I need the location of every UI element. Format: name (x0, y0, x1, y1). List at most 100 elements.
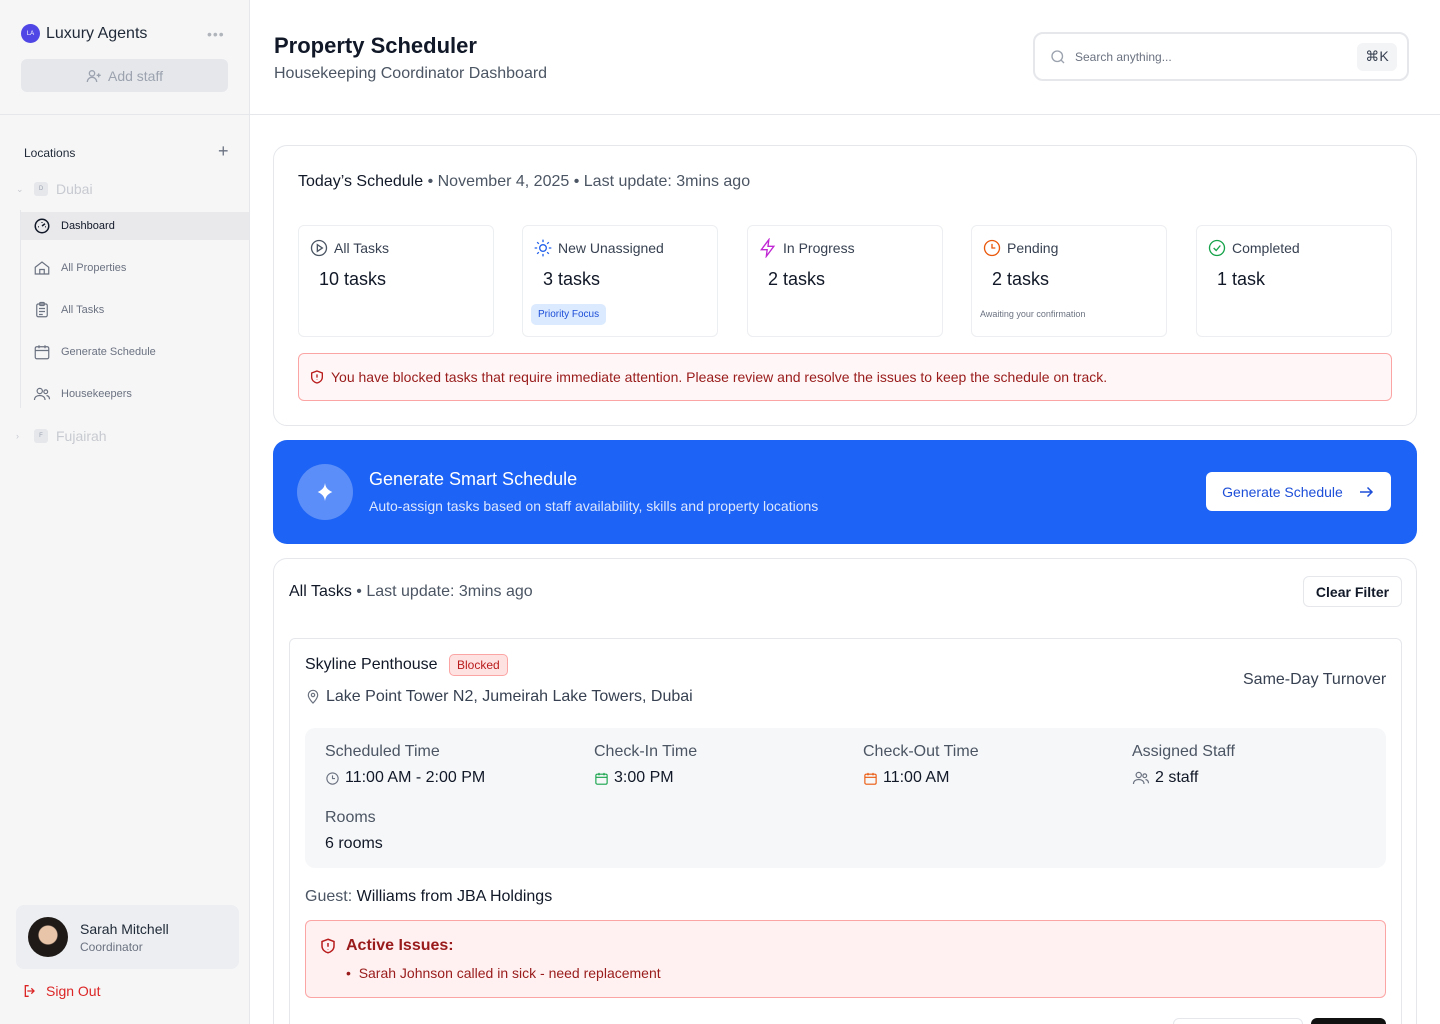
rooms: Rooms 6 rooms (325, 809, 383, 853)
clock-icon (983, 239, 1001, 257)
task-details: Scheduled Time 11:00 AM - 2:00 PM Check-… (305, 728, 1386, 868)
avatar (28, 917, 68, 957)
user-card[interactable]: Sarah Mitchell Coordinator (16, 905, 239, 969)
search-icon (1051, 49, 1065, 63)
stat-label: Completed (1232, 240, 1300, 256)
stat-pending[interactable]: Pending 2 tasks Awaiting your confirmati… (971, 225, 1167, 337)
stat-completed[interactable]: Completed 1 task (1196, 225, 1392, 337)
generate-schedule-button[interactable]: Generate Schedule (1206, 472, 1391, 511)
search-placeholder: Search anything... (1075, 49, 1172, 64)
page-subtitle: Housekeeping Coordinator Dashboard (274, 65, 548, 82)
users-icon (33, 387, 51, 401)
location-dubai[interactable]: ⌄ D Dubai (16, 181, 93, 197)
sidebar-item-all-tasks[interactable]: All Tasks (21, 296, 249, 324)
search-input[interactable]: Search anything... ⌘K (1033, 32, 1409, 81)
add-location-icon[interactable]: + (218, 142, 229, 160)
location-pin-icon (307, 689, 319, 704)
calendar-icon (595, 772, 608, 785)
check-in-time: Check-In Time 3:00 PM (594, 743, 697, 787)
alert-text: You have blocked tasks that require imme… (331, 369, 1108, 385)
blocked-tasks-alert: You have blocked tasks that require imme… (298, 353, 1392, 401)
todays-schedule-card: Today’s Schedule • November 4, 2025 • La… (273, 145, 1417, 426)
stat-value: 2 tasks (992, 269, 1050, 289)
smart-schedule-title: Generate Smart Schedule (369, 469, 578, 489)
stat-label-row: Completed (1207, 238, 1300, 258)
sidebar-item-all-properties[interactable]: All Properties (21, 254, 249, 282)
primary-action-button[interactable] (1311, 1018, 1386, 1024)
address-text: Lake Point Tower N2, Jumeirah Lake Tower… (326, 688, 693, 705)
schedule-date: • November 4, 2025 (427, 173, 570, 190)
lightning-icon (760, 238, 776, 258)
priority-focus-tag: Priority Focus (531, 304, 607, 325)
shield-alert-icon (311, 370, 323, 384)
guest-label: Guest: (305, 888, 353, 905)
property-name: Skyline Penthouse (305, 656, 438, 673)
users-icon (1132, 771, 1150, 785)
stat-all-tasks[interactable]: All Tasks 10 tasks (298, 225, 494, 337)
stat-new-unassigned[interactable]: New Unassigned 3 tasks Priority Focus (522, 225, 718, 337)
chevron-right-icon: › (16, 431, 19, 441)
sidebar-item-label: All Tasks (61, 304, 105, 316)
clipboard-icon (36, 301, 48, 318)
stat-value: 2 tasks (768, 269, 826, 289)
location-fujairah[interactable]: › F Fujairah (16, 428, 107, 444)
location-badge: D (34, 182, 48, 196)
stat-label: In Progress (783, 240, 855, 256)
detail-value: 2 staff (1155, 769, 1199, 786)
smart-schedule-subtitle: Auto-assign tasks based on staff availab… (369, 498, 819, 514)
clock-icon (326, 771, 339, 785)
brand[interactable]: LA Luxury Agents (21, 24, 147, 43)
stat-label-row: All Tasks (309, 238, 389, 258)
detail-label: Rooms (325, 809, 376, 826)
status-badge: Blocked (449, 654, 508, 676)
more-options-icon[interactable]: ••• (207, 26, 225, 42)
sign-out-label: Sign Out (46, 983, 101, 999)
dashboard-icon (34, 218, 50, 234)
tasks-title: All Tasks (289, 583, 352, 600)
detail-value: 6 rooms (325, 835, 383, 852)
guest-info: Guest: Williams from JBA Holdings (305, 888, 552, 906)
sidebar-divider (0, 114, 249, 115)
detail-label: Check-Out Time (863, 743, 979, 760)
sidebar-item-housekeepers[interactable]: Housekeepers (21, 380, 249, 408)
sidebar-item-generate-schedule[interactable]: Generate Schedule (21, 338, 249, 366)
stat-label: All Tasks (334, 240, 389, 256)
brand-logo: LA (21, 24, 40, 43)
user-role: Coordinator (80, 939, 143, 954)
sidebar-item-label: All Properties (61, 262, 127, 274)
location-name: Dubai (56, 181, 93, 197)
add-staff-button[interactable]: Add staff (21, 59, 228, 92)
detail-value-row: 3:00 PM (594, 769, 697, 787)
sidebar-item-dashboard[interactable]: Dashboard (21, 212, 249, 240)
location-name: Fujairah (56, 428, 107, 444)
stat-in-progress[interactable]: In Progress 2 tasks (747, 225, 943, 337)
search-shortcut: ⌘K (1357, 42, 1397, 71)
scheduled-time: Scheduled Time 11:00 AM - 2:00 PM (325, 743, 485, 787)
schedule-last-update: • Last update: 3mins ago (573, 173, 751, 190)
task-card[interactable]: Skyline Penthouse Blocked Same-Day Turno… (289, 638, 1402, 1024)
home-icon (34, 261, 50, 275)
schedule-title: Today’s Schedule (298, 173, 424, 190)
sign-out-button[interactable]: Sign Out (22, 983, 100, 999)
user-name: Sarah Mitchell (80, 920, 169, 937)
detail-value: 11:00 AM - 2:00 PM (345, 769, 486, 786)
locations-heading: Locations (24, 146, 76, 160)
detail-value: 11:00 AM (883, 769, 950, 786)
check-out-time: Check-Out Time 11:00 AM (863, 743, 979, 787)
secondary-action-button[interactable] (1173, 1018, 1303, 1024)
clear-filter-button[interactable]: Clear Filter (1303, 576, 1402, 607)
chevron-down-icon: ⌄ (16, 183, 24, 194)
sidebar-item-label: Generate Schedule (61, 346, 156, 358)
sidebar: LA Luxury Agents ••• Add staff Locations… (0, 0, 250, 1024)
issues-heading: Active Issues: (319, 937, 454, 955)
calendar-icon (864, 772, 877, 785)
sidebar-item-label: Housekeepers (61, 388, 132, 400)
sidebar-item-label: Dashboard (61, 220, 115, 232)
check-circle-icon (1208, 239, 1226, 257)
tasks-last-update: • Last update: 3mins ago (356, 583, 533, 600)
stat-label: Pending (1007, 240, 1059, 256)
task-type: Same-Day Turnover (1243, 671, 1387, 688)
sparkle-icon (297, 464, 353, 520)
issue-item: • Sarah Johnson called in sick - need re… (346, 965, 661, 981)
detail-label: Assigned Staff (1132, 743, 1235, 760)
